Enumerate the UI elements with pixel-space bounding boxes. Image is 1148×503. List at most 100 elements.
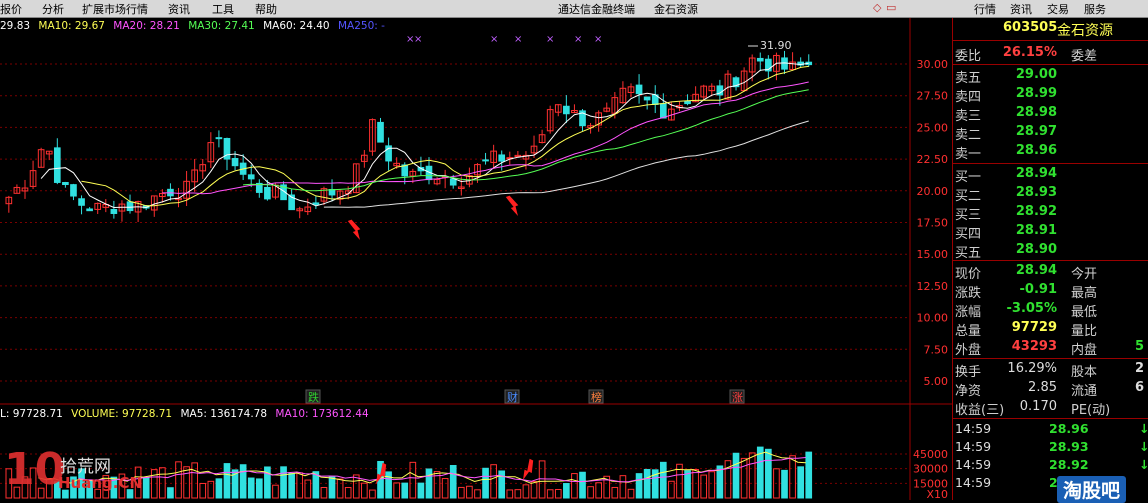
volume-bar [748, 452, 756, 499]
vol-ma10: MA10: 173612.44 [275, 408, 369, 420]
watermark-domain: Huang.CN [58, 474, 143, 492]
candle-body [377, 121, 384, 143]
menu-item-news[interactable]: 资讯 [168, 1, 190, 17]
tab-market[interactable]: 行情 [974, 1, 996, 17]
window-restore-icon[interactable]: ▭ [886, 1, 896, 14]
stat-label2: 最低 [1071, 305, 1098, 320]
stat-label: 涨幅 [955, 305, 982, 320]
volume-bar [207, 480, 215, 499]
bid-price: 28.91 [1015, 223, 1057, 238]
tab-trade[interactable]: 交易 [1047, 1, 1069, 17]
stat2-label: 净资 [955, 384, 982, 399]
stock-header: 603505 金石资源 [953, 20, 1148, 39]
event-marker-label: 跌 [308, 390, 319, 404]
stat-label: 现价 [955, 267, 982, 282]
menu-item-extended-market[interactable]: 扩展市场行情 [82, 1, 148, 17]
stat-label2: 内盘 [1071, 343, 1098, 358]
menu-item-tools[interactable]: 工具 [212, 1, 234, 17]
red-arrow-icon [505, 195, 519, 216]
volume-bar [506, 489, 514, 499]
stat2-value: 2.85 [1028, 380, 1057, 395]
stat2-value2: 6 [1135, 380, 1145, 395]
volume-bar [280, 466, 287, 499]
volume-bar [789, 455, 796, 499]
trade-arrow-icon: ↓ [1139, 457, 1148, 472]
bid-label: 买五 [955, 246, 982, 261]
diamond-icon[interactable]: ◇ [873, 1, 881, 14]
trade-price: 28.96 [1049, 421, 1089, 436]
ask-row: 卖五 29.00 [953, 67, 1148, 86]
volume-bar [579, 471, 586, 499]
volume-bar [595, 482, 602, 499]
vol-label: L: 97728.71 [0, 408, 63, 420]
volume-bar [304, 479, 312, 499]
volume-bar [425, 468, 433, 499]
volume-bar [296, 472, 304, 499]
price-tick-label: 27.50 [917, 90, 949, 103]
menu-item-analysis[interactable]: 分析 [42, 1, 64, 17]
candle-body [756, 57, 764, 62]
weibi-row: 委比 26.15% 委差 [953, 45, 1148, 64]
tab-service[interactable]: 服务 [1084, 1, 1106, 17]
stat2-value2: 2 [1135, 361, 1145, 376]
candle-body [53, 147, 61, 183]
candle-body [78, 198, 85, 206]
volume-bar [199, 482, 207, 499]
trade-price: 28.93 [1049, 439, 1089, 454]
stat-label2: 今开 [1071, 267, 1098, 282]
ma5-line [40, 62, 809, 209]
volume-legend: L: 97728.71 VOLUME: 97728.71 MA5: 136174… [0, 408, 374, 420]
candle-body [449, 178, 457, 186]
event-marker-label: 财 [507, 390, 518, 404]
volume-bar [344, 487, 352, 499]
volume-bar [619, 475, 627, 499]
ask-price: 28.99 [1015, 86, 1057, 101]
volume-tick-label: 45000 [913, 448, 948, 461]
volume-bar [223, 463, 231, 499]
tab-news[interactable]: 资讯 [1010, 1, 1032, 17]
stat2-row: 收益(三) 0.170 PE(动) [953, 399, 1148, 418]
stat2-value: 16.29% [1007, 361, 1057, 376]
divider [953, 64, 1148, 65]
stat-row: 现价 28.94 今开 [953, 263, 1148, 282]
volume-bar [627, 488, 635, 499]
volume-bar [393, 482, 400, 499]
volume-bar [684, 470, 691, 499]
volume-tick-label: X10 [926, 488, 948, 500]
stat-label2: 量比 [1071, 324, 1098, 339]
candle-body [635, 84, 643, 95]
stock-title: 金石资源 [654, 3, 698, 16]
ask-label: 卖五 [955, 71, 982, 86]
vol-ma5: MA5: 136174.78 [180, 408, 268, 420]
volume-bar [732, 452, 740, 499]
volume-bar [255, 478, 263, 499]
ask-label: 卖二 [955, 128, 982, 143]
stat2-value: 0.170 [1019, 399, 1057, 414]
kline-chart-area[interactable]: 29.83 MA10: 29.67 MA20: 28.21 MA30: 27.4… [0, 18, 952, 500]
bid-row: 买二 28.93 [953, 185, 1148, 204]
volume-bar [643, 468, 651, 499]
trade-price: 28.92 [1049, 457, 1089, 472]
volume-bar [538, 460, 546, 499]
price-tick-label: 10.00 [917, 312, 949, 325]
event-x-marker: × [574, 34, 582, 45]
event-x-marker: × [546, 34, 554, 45]
trade-arrow-icon: ↓ [1139, 439, 1148, 454]
volume-bar [369, 489, 376, 499]
volume-bar [708, 471, 716, 499]
volume-bar [441, 478, 449, 499]
stat2-label2: 股本 [1071, 365, 1098, 380]
volume-bar [765, 448, 772, 499]
candle-body [110, 208, 118, 214]
stat2-label2: 流通 [1071, 384, 1098, 399]
stat-label: 涨跌 [955, 286, 982, 301]
ask-price: 28.97 [1015, 124, 1057, 139]
menu-item-help[interactable]: 帮助 [255, 1, 277, 17]
trade-time: 14:59 [955, 475, 992, 490]
trade-arrow-icon: ↓ [1139, 421, 1148, 436]
price-tick-label: 20.00 [917, 185, 949, 198]
volume-bar [183, 466, 190, 499]
menu-item-quote[interactable]: 报价 [0, 1, 22, 17]
stat2-label2: PE(动) [1071, 403, 1111, 418]
bid-row: 买一 28.94 [953, 166, 1148, 185]
